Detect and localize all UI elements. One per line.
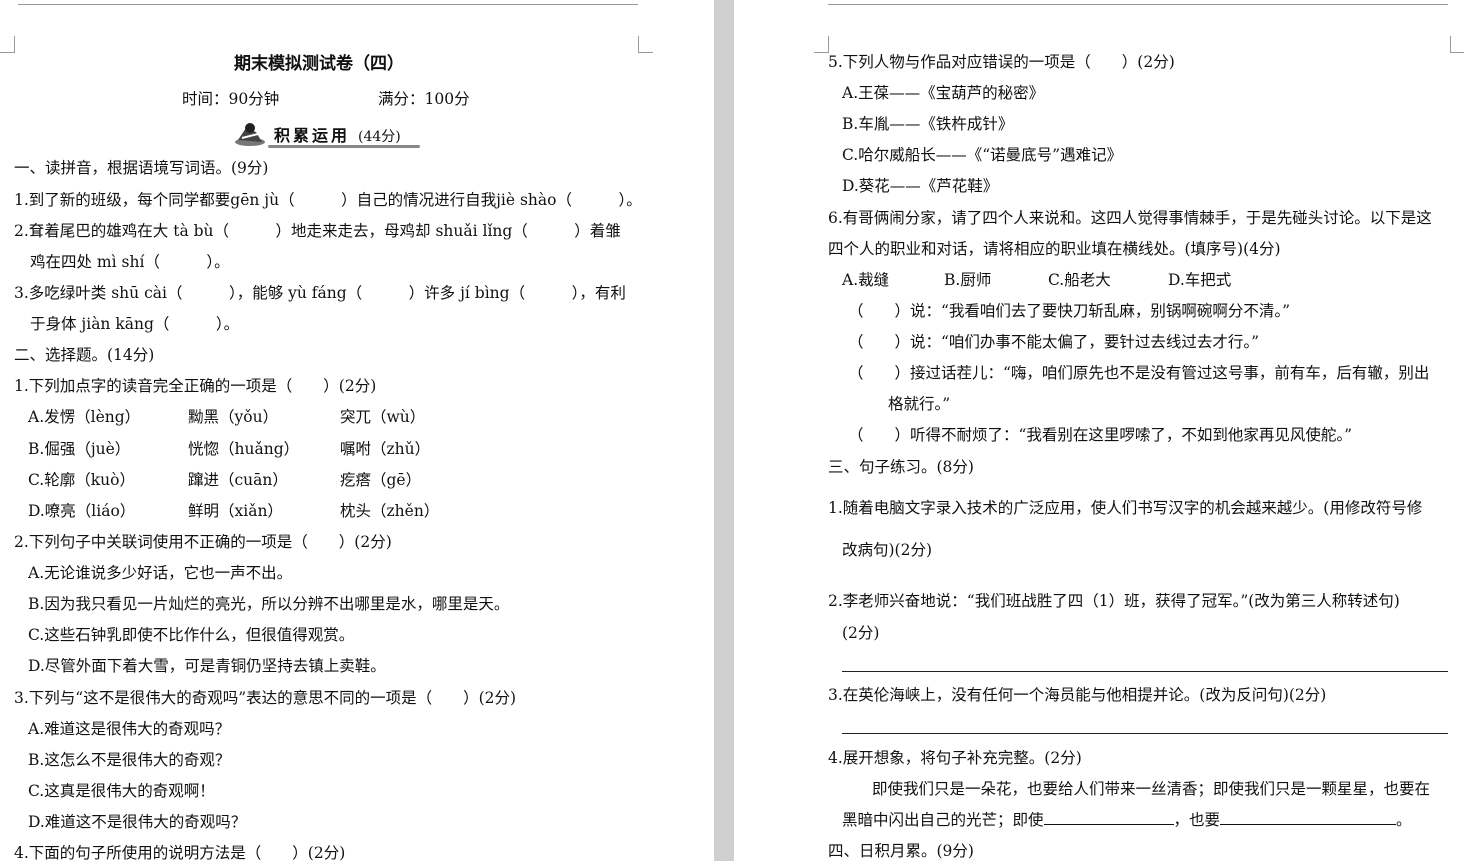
option-cell: 嘱咐（zhǔ） — [340, 440, 431, 458]
job-choice: C.船老大 — [1048, 271, 1111, 289]
option-line: D.难道这不是很伟大的奇观吗？ — [28, 813, 247, 831]
question-line: 鸡在四处 mì shí（ ）。 — [30, 253, 230, 271]
job-choice: A.裁缝 — [842, 271, 890, 289]
question-line: 3.多吃绿叶类 shū cài（ ），能够 yù fáng（ ）许多 jí bì… — [14, 284, 626, 302]
right-page: 5.下列人物与作品对应错误的一项是（ ）(2分) A.王葆——《宝葫芦的秘密》 … — [734, 0, 1464, 861]
question-line: 2.耷着尾巴的雄鸡在大 tà bù（ ）地走来走去，母鸡却 shuǎi lǐng… — [14, 222, 621, 240]
question-line: (2分) — [842, 624, 880, 642]
option-line: A.无论谁说多少好话，它也一声不出。 — [28, 564, 293, 582]
dialog-line: （ ）接过话茬儿：“嗨，咱们原先也不是没有管过这号事，前有车，后有辙，别出 — [848, 364, 1430, 382]
question-line: 4.展开想象，将句子补充完整。(2分) — [828, 749, 1082, 767]
question-line: 于身体 jiàn kāng（ ）。 — [30, 315, 240, 333]
answer-line — [842, 671, 1448, 672]
option-line: D.尽管外面下着大雪，可是青铜仍坚持去镇上卖鞋。 — [28, 657, 386, 675]
option-line: D.葵花——《芦花鞋》 — [842, 177, 999, 195]
passage-text: ，也要 — [1173, 811, 1221, 829]
exam-score: 满分：100分 — [378, 90, 470, 108]
exam-title: 期末模拟测试卷（四） — [234, 54, 404, 74]
option-cell: 蹿进（cuān） — [188, 471, 288, 489]
option-line: C.这真是很伟大的奇观啊！ — [28, 782, 215, 800]
question-line: 3.在英伦海峡上，没有任何一个海员能与他相提并论。(改为反问句)(2分) — [828, 686, 1327, 704]
option-line: B.车胤——《铁杵成针》 — [842, 115, 1014, 133]
option-line: C.哈尔威船长——《“诺曼底号”遇难记》 — [842, 146, 1123, 164]
question-line: 4.下面的句子所使用的说明方法是（ ）(2分) — [14, 844, 346, 861]
margin-corner — [814, 36, 829, 53]
option-cell: 突兀（wù） — [340, 408, 426, 426]
question-line: 1.随着电脑文字录入技术的广泛应用，使人们书写汉字的机会越来越少。(用修改符号修 — [828, 499, 1423, 517]
book-figure-icon — [235, 123, 265, 146]
option-cell: 恍惚（huǎng） — [188, 440, 300, 458]
section-heading: 二、选择题。(14分) — [14, 346, 155, 364]
section-badge: 积累运用 (44分) — [232, 120, 422, 150]
dialog-line: （ ）说：“我看咱们去了要快刀斩乱麻，别锅啊碗啊分不清。” — [848, 302, 1291, 320]
left-page: 期末模拟测试卷（四） 时间：90分钟 满分：100分 积累运用 (44分) 一、… — [0, 0, 714, 861]
question-line: 2.李老师兴奋地说：“我们班战胜了四（1）班，获得了冠军。”(改为第三人称转述句… — [828, 592, 1400, 610]
option-cell: C.轮廓（kuò） — [28, 471, 135, 489]
job-choice: B.厨师 — [944, 271, 992, 289]
question-line: 1.下列加点字的读音完全正确的一项是（ ）(2分) — [14, 377, 377, 395]
header-rule — [828, 4, 1448, 5]
dialog-line: 格就行。” — [888, 395, 951, 413]
option-line: B.因为我只看见一片灿烂的亮光，所以分辨不出哪里是水，哪里是天。 — [28, 595, 510, 613]
passage-text: 。 — [1396, 811, 1412, 829]
question-line: 四个人的职业和对话，请将相应的职业填在横线处。(填序号)(4分) — [828, 240, 1281, 258]
option-cell: A.发愣（lèng） — [28, 408, 141, 426]
option-line: B.这怎么不是很伟大的奇观？ — [28, 751, 231, 769]
section-heading: 三、句子练习。(8分) — [828, 458, 974, 476]
header-rule — [18, 4, 638, 5]
section-badge-label: 积累运用 — [274, 126, 351, 145]
option-cell: D.嘹亮（liáo） — [28, 502, 136, 520]
option-cell: 黝黑（yǒu） — [188, 408, 279, 426]
section-badge-score: (44分) — [358, 129, 401, 145]
answer-line — [842, 733, 1448, 734]
margin-corner — [1450, 36, 1464, 53]
margin-corner — [638, 36, 653, 53]
question-line: 1.到了新的班级，每个同学都要gēn jù（ ）自己的情况进行自我jiè shà… — [14, 191, 642, 209]
dialog-line: （ ）听得不耐烦了：“我看别在这里啰嗦了，不如到他家再见风使舵。” — [848, 426, 1353, 444]
margin-corner — [0, 36, 15, 53]
exam-time: 时间：90分钟 — [182, 90, 280, 108]
option-cell: 疙瘩（gē） — [340, 471, 422, 489]
option-line: C.这些石钟乳即使不比作什么，但很值得观赏。 — [28, 626, 355, 644]
passage-line: 即使我们只是一朵花，也要给人们带来一丝清香；即使我们只是一颗星星，也要在 — [872, 780, 1431, 798]
section-heading: 四、日积月累。(9分) — [828, 842, 974, 860]
option-cell: B.倔强（juè） — [28, 440, 131, 458]
option-line: A.难道这是很伟大的奇观吗？ — [28, 720, 231, 738]
question-line: 3.下列与“这不是很伟大的奇观吗”表达的意思不同的一项是（ ）(2分) — [14, 689, 517, 707]
question-line: 6.有哥俩闹分家，请了四个人来说和。这四人觉得事情棘手，于是先碰头讨论。以下是这 — [828, 209, 1432, 227]
question-line: 5.下列人物与作品对应错误的一项是（ ）(2分) — [828, 53, 1175, 71]
blank-line — [1220, 810, 1397, 825]
question-line: 2.下列句子中关联词使用不正确的一项是（ ）(2分) — [14, 533, 392, 551]
blank-line — [1043, 810, 1174, 825]
question-line: 改病句)(2分) — [842, 541, 933, 559]
option-cell: 鲜明（xiǎn） — [188, 502, 283, 520]
dialog-line: （ ）说：“咱们办事不能太偏了，要针过去线过去才行。” — [848, 333, 1260, 351]
option-line: A.王葆——《宝葫芦的秘密》 — [842, 84, 1045, 102]
option-cell: 枕头（zhěn） — [340, 502, 440, 520]
passage-line: 黑暗中闪出自己的光芒；即使 ，也要 。 — [842, 810, 1412, 830]
job-choice: D.车把式 — [1168, 271, 1232, 289]
badge-underline — [268, 145, 420, 148]
passage-text: 黑暗中闪出自己的光芒；即使 — [842, 811, 1044, 829]
section-heading: 一、读拼音，根据语境写词语。(9分) — [14, 159, 269, 177]
